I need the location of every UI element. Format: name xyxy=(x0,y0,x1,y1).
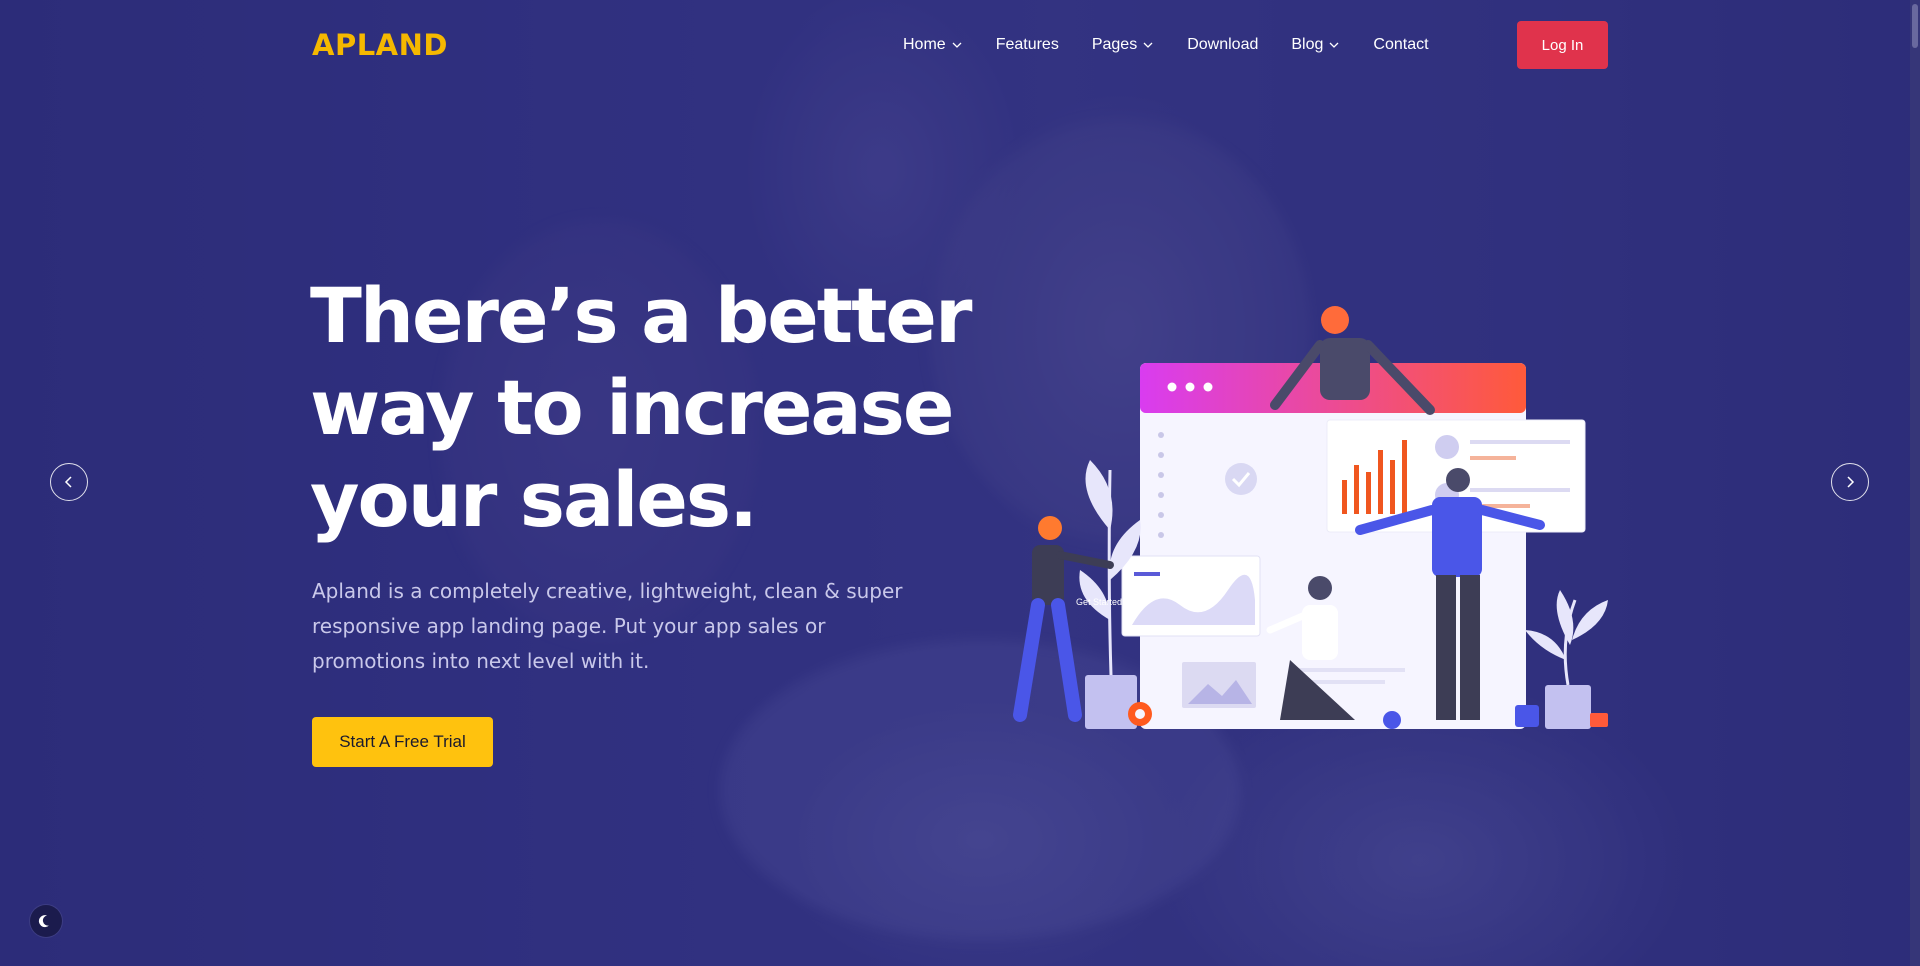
nav-item-home[interactable]: Home xyxy=(903,36,963,54)
dark-mode-toggle[interactable] xyxy=(30,905,62,937)
hero-title-line: way to increase xyxy=(310,363,954,452)
plant-pot-shape xyxy=(1545,685,1591,729)
plant-pot-shape xyxy=(1085,675,1137,729)
page-scrollbar[interactable] xyxy=(1910,0,1920,966)
nav-item-pages[interactable]: Pages xyxy=(1092,36,1154,54)
nav-item-label: Features xyxy=(995,36,1059,53)
chevron-right-icon xyxy=(1847,476,1855,488)
text-line-shape xyxy=(1470,456,1516,460)
hero-illustration: Get Started xyxy=(1013,306,1608,729)
star-badge-icon xyxy=(1383,711,1401,729)
nav-item-label: Blog xyxy=(1291,36,1324,53)
scrollbar-thumb[interactable] xyxy=(1912,4,1918,48)
person-leg-shape xyxy=(1436,575,1456,720)
nav-item-label: Contact xyxy=(1373,36,1429,53)
text-line-shape xyxy=(1295,668,1405,672)
plant-leaf-shape xyxy=(1085,460,1113,530)
chevron-down-icon xyxy=(1143,42,1153,48)
check-circle-icon xyxy=(1225,463,1257,495)
person-head-shape xyxy=(1321,306,1349,334)
person-head-shape xyxy=(1446,468,1470,492)
window-dot-icon xyxy=(1203,382,1213,392)
person-body-shape xyxy=(1320,338,1370,400)
hero-description: Apland is a completely creative, lightwe… xyxy=(312,579,903,673)
nav-item-blog[interactable]: Blog xyxy=(1291,36,1340,54)
moon-icon xyxy=(38,915,49,928)
brand-logo[interactable]: APLAND xyxy=(312,28,448,62)
chevron-down-icon xyxy=(952,42,962,48)
nav-item-label: Home xyxy=(903,36,946,53)
plant-leaf-shape xyxy=(1572,600,1608,640)
landing-page: APLAND Home Features Pages Download Blog… xyxy=(0,0,1920,966)
previous-slide-button[interactable] xyxy=(50,463,88,501)
code-icon xyxy=(1515,705,1539,727)
person-body-shape xyxy=(1432,497,1482,577)
get-started-label: Get Started xyxy=(1076,597,1122,607)
window-dot-icon xyxy=(1167,382,1177,392)
plant-leaf-shape xyxy=(1079,570,1110,620)
chevron-down-icon xyxy=(1329,42,1339,48)
text-line-shape xyxy=(1134,572,1160,576)
gear-icon-center xyxy=(1135,709,1145,719)
text-line-shape xyxy=(1470,440,1570,444)
start-free-trial-button[interactable]: Start A Free Trial xyxy=(312,717,493,767)
hero-title-line: There’s a better xyxy=(310,271,972,360)
nav-item-contact[interactable]: Contact xyxy=(1373,36,1428,54)
nav-item-label: Download xyxy=(1187,36,1259,53)
nav-item-download[interactable]: Download xyxy=(1187,36,1258,54)
person-leg-shape xyxy=(1460,575,1480,720)
window-dot-icon xyxy=(1185,382,1195,392)
hero-title: There’s a better way to increase your sa… xyxy=(310,270,990,546)
next-slide-button[interactable] xyxy=(1831,463,1869,501)
person-leg-shape xyxy=(1013,598,1045,722)
chevron-left-icon xyxy=(64,476,72,488)
person-leg-shape xyxy=(1051,598,1082,722)
avatar-circle-icon xyxy=(1435,435,1459,459)
person-head-shape xyxy=(1308,576,1332,600)
main-navigation: Home Features Pages Download Blog Contac… xyxy=(903,36,1462,54)
nav-item-features[interactable]: Features xyxy=(996,36,1059,54)
plant-leaf-shape xyxy=(1525,630,1566,660)
hero-title-line: your sales. xyxy=(310,455,758,544)
text-line-shape xyxy=(1470,488,1570,492)
person-head-shape xyxy=(1038,516,1062,540)
person-arm-shape xyxy=(1056,551,1114,569)
login-button[interactable]: Log In xyxy=(1517,21,1608,69)
nav-item-label: Pages xyxy=(1091,36,1138,53)
play-icon xyxy=(1590,713,1608,727)
